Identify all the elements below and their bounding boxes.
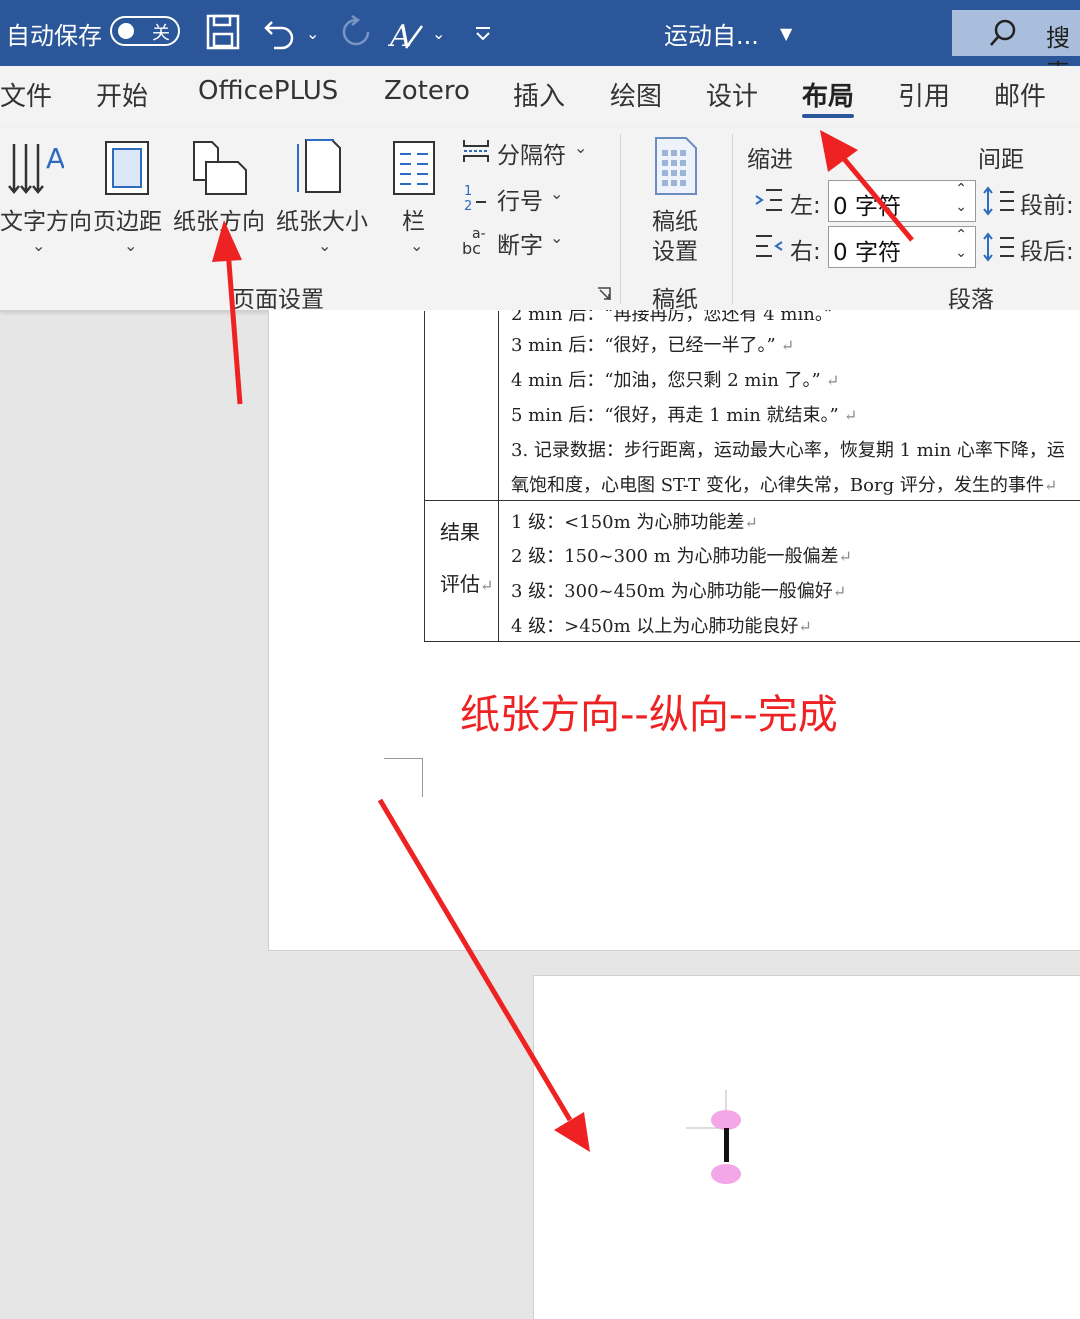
arrowhead-icon bbox=[212, 220, 242, 262]
annotation-arrow bbox=[838, 152, 914, 242]
annotation-arrow bbox=[225, 249, 243, 405]
annotation-arrows bbox=[212, 130, 914, 1152]
annotation-arrow bbox=[377, 798, 573, 1122]
arrowhead-icon bbox=[554, 1112, 590, 1152]
